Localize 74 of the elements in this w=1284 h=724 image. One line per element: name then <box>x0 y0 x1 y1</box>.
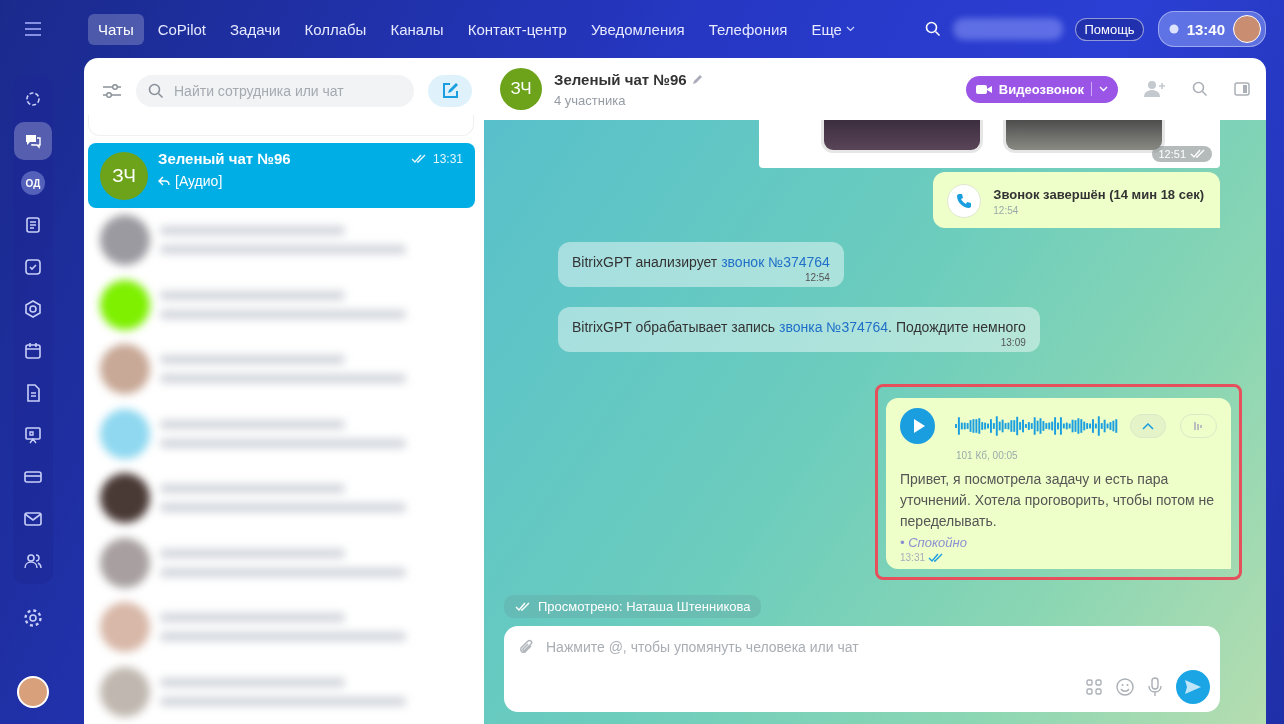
call-link[interactable]: звонок №374764 <box>721 254 830 270</box>
play-button[interactable] <box>900 408 936 444</box>
message-time: 12:54 <box>993 204 1020 216</box>
presentation-icon[interactable] <box>23 425 43 445</box>
clock-time: 13:40 <box>1186 20 1225 38</box>
chat-title: Зеленый чат №96 <box>158 150 291 168</box>
edit-icon <box>441 82 459 100</box>
transcript-text: Привет, я посмотрела задачу и есть пара уточнений. Хотела проговорить, чтобы потом не переделывать. <box>900 470 1216 531</box>
chat-title: Зеленый чат №96 <box>554 70 687 88</box>
nav-tab[interactable]: Коллабы <box>294 13 377 45</box>
task-checkbox-icon[interactable] <box>23 257 43 277</box>
call-status: Звонок завершён (14 мин 18 сек) <box>993 186 1204 202</box>
nav-tab[interactable]: Каналы <box>380 13 454 45</box>
play-icon <box>912 418 927 434</box>
send-icon <box>1184 679 1202 695</box>
video-camera-icon <box>975 83 992 95</box>
nav-tab[interactable]: Уведомления <box>580 13 695 45</box>
reply-arrow-icon <box>158 176 170 187</box>
side-panel-icon[interactable] <box>1234 82 1250 96</box>
collapse-button[interactable] <box>1130 414 1166 438</box>
chat-time: 13:31 <box>432 151 463 166</box>
people-icon[interactable] <box>23 551 43 571</box>
apps-grid-icon[interactable] <box>1086 679 1102 695</box>
chat-preview: [Аудио] <box>175 173 223 190</box>
message-time: 13:09 <box>1000 337 1026 348</box>
phone-icon <box>956 193 973 209</box>
chevron-down-icon <box>1099 86 1108 92</box>
chat-avatar: ЗЧ <box>500 68 542 110</box>
calendar-icon[interactable] <box>23 341 43 361</box>
message-time: 12:51 <box>1152 146 1212 162</box>
filter-icon[interactable] <box>102 83 122 99</box>
waveform-drawing[interactable] <box>955 415 1119 437</box>
search-field[interactable]: Найти сотрудника или чат <box>136 75 414 107</box>
message-time: 12:54 <box>804 272 830 283</box>
message-time: 13:31 <box>900 552 1217 563</box>
nav-tab[interactable]: Еще <box>801 13 865 45</box>
member-count: 4 участника <box>554 92 627 108</box>
nav-tab[interactable]: Телефония <box>698 13 798 45</box>
user-avatar[interactable] <box>17 676 49 708</box>
help-button[interactable]: Помощь <box>1075 17 1144 41</box>
document-icon[interactable] <box>23 215 43 235</box>
sidebar-item[interactable]: ОД <box>21 171 45 195</box>
settings-icon[interactable] <box>23 608 43 628</box>
message-text: BitrixGPT анализирует звонок №374764 <box>572 254 830 270</box>
menu-icon[interactable] <box>24 22 42 36</box>
send-button[interactable] <box>1176 670 1210 704</box>
chat-avatar: ЗЧ <box>100 151 148 200</box>
emoji-icon[interactable] <box>1116 678 1134 696</box>
hexagon-icon[interactable] <box>23 299 43 319</box>
double-check-icon <box>514 601 532 612</box>
nav-tab[interactable]: Чаты <box>88 13 144 45</box>
chevron-up-icon <box>1142 422 1154 430</box>
paperclip-icon[interactable] <box>518 638 534 656</box>
audio-info: 101 Кб, 00:05 <box>956 450 1019 461</box>
message-composer[interactable]: Нажмите @, чтобы упомянуть человека или чат <box>504 626 1220 712</box>
mail-icon[interactable] <box>23 509 43 529</box>
seen-text: Просмотрено: Наташа Штенникова <box>538 599 751 614</box>
video-call-button[interactable]: Видеозвонок <box>965 75 1118 103</box>
microphone-icon[interactable] <box>1148 677 1162 697</box>
chevron-down-icon <box>845 26 855 32</box>
clock-icon <box>1168 24 1179 34</box>
search-icon[interactable] <box>925 21 942 37</box>
clock-widget[interactable]: 13:40 <box>1157 11 1266 47</box>
nav-tab[interactable]: CoPilot <box>147 13 217 45</box>
mood-label: • Спокойно <box>900 535 968 550</box>
audio-bars-icon <box>1192 420 1205 432</box>
screenshot-thumbnail[interactable] <box>821 120 983 153</box>
message-text: BitrixGPT обрабатывает запись звонка №374764. Подождите немного <box>572 319 1026 335</box>
pencil-icon[interactable] <box>691 73 703 85</box>
nav-tab[interactable]: Задачи <box>220 13 291 45</box>
new-chat-button[interactable] <box>428 75 472 107</box>
dotted-circle-icon[interactable] <box>23 89 43 109</box>
add-user-icon[interactable] <box>1144 80 1166 98</box>
nav-tab[interactable]: Контакт-центр <box>457 13 577 45</box>
